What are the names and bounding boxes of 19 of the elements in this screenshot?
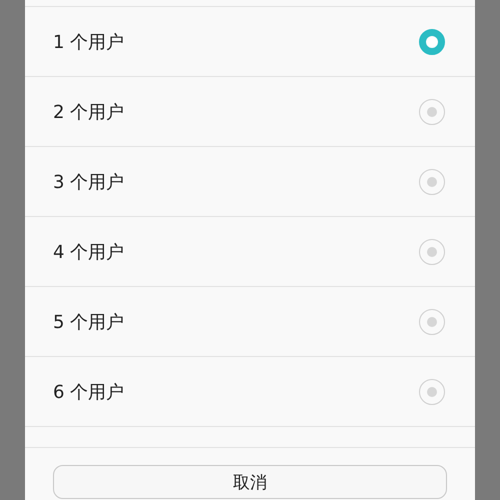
radio-button[interactable]	[419, 308, 445, 334]
option-row[interactable]: 6 个用户	[25, 357, 475, 427]
option-row[interactable]: 4 个用户	[25, 217, 475, 287]
option-row[interactable]: 1 个用户	[25, 7, 475, 77]
option-label: 1 个用户	[53, 30, 124, 54]
radio-button[interactable]	[419, 28, 445, 54]
option-row[interactable]: 2 个用户	[25, 77, 475, 147]
option-label: 4 个用户	[53, 240, 124, 264]
option-row[interactable]: 3 个用户	[25, 147, 475, 217]
option-label: 3 个用户	[53, 170, 124, 194]
cancel-button[interactable]: 取消	[53, 465, 447, 499]
radio-button[interactable]	[419, 238, 445, 264]
option-row[interactable]: 5 个用户	[25, 287, 475, 357]
radio-button[interactable]	[419, 168, 445, 194]
radio-button[interactable]	[419, 98, 445, 124]
option-label: 6 个用户	[53, 380, 124, 404]
option-label: 2 个用户	[53, 100, 124, 124]
option-label: 5 个用户	[53, 310, 124, 334]
radio-button[interactable]	[419, 378, 445, 404]
